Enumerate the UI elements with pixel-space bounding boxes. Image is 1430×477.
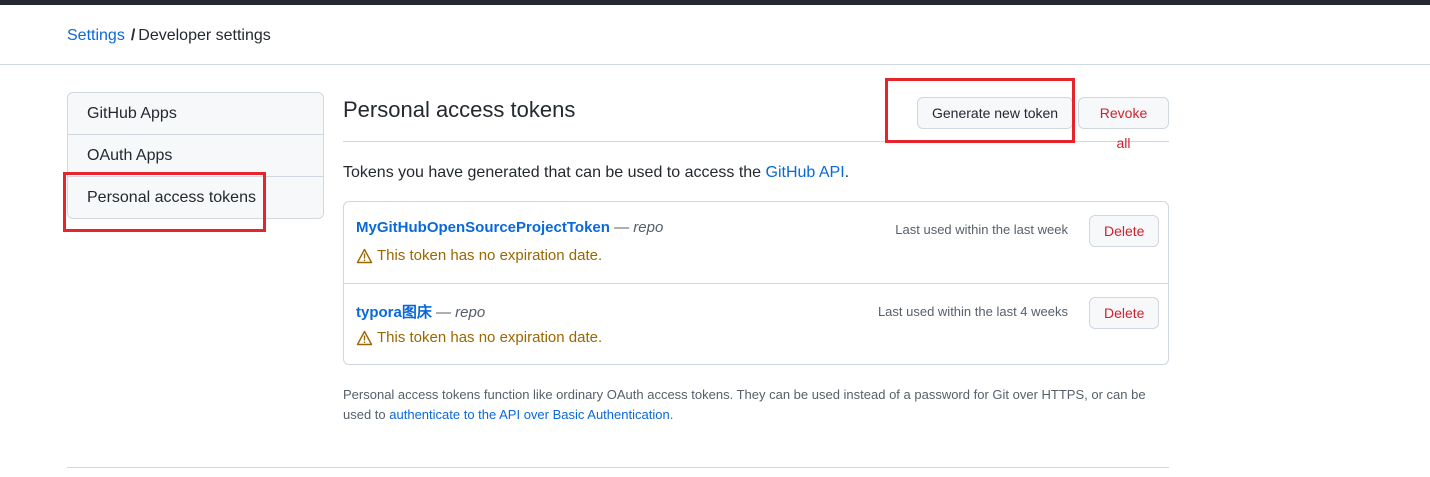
footnote-end: . <box>669 407 674 422</box>
sidebar-item-label: GitHub Apps <box>87 105 177 122</box>
token-expiration-warning: This token has no expiration date. <box>356 247 602 264</box>
token-name-link[interactable]: typora图床 <box>356 304 432 321</box>
alert-icon <box>356 248 373 263</box>
warning-text: This token has no expiration date. <box>377 329 603 346</box>
settings-subnav: Settings / Developer settings <box>0 5 1430 65</box>
bottom-divider <box>67 467 1169 468</box>
sidebar-item-personal-access-tokens[interactable]: Personal access tokens <box>68 177 323 218</box>
description-text: Tokens you have generated that can be us… <box>343 164 766 181</box>
sidebar-item-label: OAuth Apps <box>87 147 173 164</box>
token-scope: — repo <box>609 219 664 236</box>
token-row: typora图床 — repo This token has no expira… <box>344 284 1168 364</box>
panel-header: Personal access tokens Generate new toke… <box>343 92 1169 151</box>
delete-token-button[interactable]: Delete <box>1089 215 1160 247</box>
tokens-panel: Personal access tokens Generate new toke… <box>343 92 1169 422</box>
developer-settings-menu: GitHub Apps OAuth Apps Personal access t… <box>67 92 324 219</box>
token-last-used: Last used within the last week <box>895 222 1068 237</box>
breadcrumb-current: Developer settings <box>138 27 271 44</box>
sidebar-item-label: Personal access tokens <box>87 189 256 206</box>
token-title: typora图床 — repo <box>356 301 485 322</box>
alert-icon <box>356 330 373 345</box>
tokens-footnote: Personal access tokens function like ord… <box>343 385 1169 425</box>
breadcrumb-settings-link[interactable]: Settings <box>67 27 125 44</box>
page-title: Personal access tokens <box>343 97 576 122</box>
github-api-link[interactable]: GitHub API <box>766 164 845 181</box>
token-name-link[interactable]: MyGitHubOpenSourceProjectToken <box>356 219 610 236</box>
tokens-description: Tokens you have generated that can be us… <box>343 164 849 182</box>
sidebar-item-github-apps[interactable]: GitHub Apps <box>68 93 323 135</box>
delete-token-button[interactable]: Delete <box>1089 297 1160 329</box>
token-expiration-warning: This token has no expiration date. <box>356 329 602 346</box>
breadcrumb-separator: / <box>130 27 136 44</box>
token-scope: — repo <box>431 304 486 321</box>
description-end: . <box>844 164 850 181</box>
sidebar-item-oauth-apps[interactable]: OAuth Apps <box>68 135 323 177</box>
token-last-used: Last used within the last 4 weeks <box>877 304 1068 319</box>
generate-new-token-button[interactable]: Generate new token <box>917 97 1074 129</box>
token-title: MyGitHubOpenSourceProjectToken — repo <box>356 219 663 236</box>
breadcrumb: Settings / Developer settings <box>67 27 271 45</box>
token-list: MyGitHubOpenSourceProjectToken — repo Th… <box>343 201 1169 365</box>
warning-text: This token has no expiration date. <box>377 247 603 264</box>
revoke-all-button[interactable]: Revoke all <box>1078 97 1169 151</box>
basic-auth-link[interactable]: authenticate to the API over Basic Authe… <box>389 407 669 422</box>
token-row: MyGitHubOpenSourceProjectToken — repo Th… <box>344 202 1168 284</box>
